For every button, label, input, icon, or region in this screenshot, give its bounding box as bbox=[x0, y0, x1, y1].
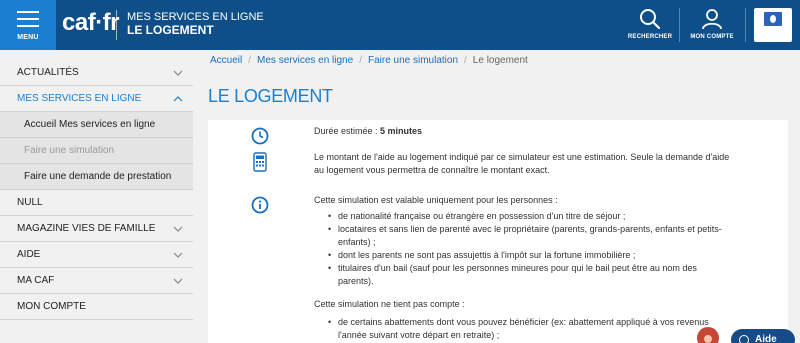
estimate-line: au logement vous permettra de connaître … bbox=[314, 165, 550, 175]
hamburger-icon bbox=[17, 11, 39, 27]
republique-francaise-logo bbox=[754, 8, 792, 42]
list-item: dont les parents ne sont pas assujettis … bbox=[328, 249, 768, 262]
valid-intro: Cette simulation est valable uniquement … bbox=[314, 195, 558, 205]
sidebar-item-mon-compte[interactable]: MON COMPTE bbox=[0, 294, 193, 320]
help-label: Aide bbox=[755, 334, 777, 343]
sidebar-item-label: MAGAZINE VIES DE FAMILLE bbox=[17, 223, 156, 234]
help-icon bbox=[739, 335, 749, 343]
sidebar-item-label: MA CAF bbox=[17, 275, 55, 286]
sidebar-subitem-demande[interactable]: Faire une demande de prestation bbox=[0, 164, 193, 190]
valid-list: de nationalité française ou étrangère en… bbox=[328, 210, 768, 288]
duration-text: Durée estimée : 5 minutes bbox=[314, 125, 422, 138]
clock-icon bbox=[251, 127, 269, 145]
list-item-line: parents). bbox=[338, 276, 374, 286]
sidebar-nav: ACTUALITÉS MES SERVICES EN LIGNE Accueil… bbox=[0, 60, 193, 320]
duration-value: 5 minutes bbox=[380, 126, 423, 136]
menu-button[interactable]: MENU bbox=[0, 0, 56, 50]
search-icon bbox=[640, 9, 661, 30]
breadcrumb-separator: / bbox=[248, 55, 252, 66]
account-label: MON COMPTE bbox=[690, 34, 734, 40]
search-label: RECHERCHER bbox=[627, 34, 673, 40]
logo-divider bbox=[116, 10, 117, 40]
menu-label: MENU bbox=[17, 34, 39, 41]
calculator-icon bbox=[253, 152, 267, 172]
sidebar-item-label: AIDE bbox=[17, 249, 41, 260]
breadcrumb-separator: / bbox=[464, 55, 467, 66]
breadcrumb: Accueil / Mes services en ligne / Faire une … bbox=[210, 55, 528, 66]
estimate-line: Le montant de l'aide au logement indiqué… bbox=[314, 152, 730, 162]
site-title-line2: LE LOGEMENT bbox=[127, 23, 214, 37]
notcount-intro: Cette simulation ne tient pas compte : bbox=[314, 299, 465, 309]
page-title: LE LOGEMENT bbox=[208, 86, 333, 106]
list-item-line: locataires et sans lien de parenté avec … bbox=[338, 224, 722, 234]
breadcrumb-link-simulation[interactable]: Faire une simulation bbox=[368, 55, 458, 66]
sidebar-item-mes-services[interactable]: MES SERVICES EN LIGNE bbox=[0, 86, 193, 112]
sidebar-item-magazine[interactable]: MAGAZINE VIES DE FAMILLE bbox=[0, 216, 193, 242]
duration-label: Durée estimée : bbox=[314, 126, 378, 136]
sidebar-item-label: ACTUALITÉS bbox=[17, 67, 79, 78]
list-item-line: titulaires d'un bail (sauf pour les pers… bbox=[338, 263, 697, 273]
list-item: de nationalité française ou étrangère en… bbox=[328, 210, 768, 223]
user-icon bbox=[702, 9, 722, 30]
sidebar-item-null[interactable]: NULL bbox=[0, 190, 193, 216]
marianne-icon bbox=[764, 12, 782, 26]
list-item-line: enfants) ; bbox=[338, 237, 376, 247]
content-card: Durée estimée : 5 minutes Le montant de … bbox=[208, 120, 788, 343]
chevron-down-icon bbox=[173, 252, 183, 258]
header-divider bbox=[679, 8, 680, 42]
help-widget[interactable]: Aide bbox=[695, 325, 800, 343]
account-button[interactable]: MON COMPTE bbox=[682, 8, 742, 40]
caf-logo[interactable]: caf·fr bbox=[62, 9, 120, 37]
header-divider bbox=[745, 8, 746, 42]
list-item-line: de certains abattements dont vous pouvez… bbox=[338, 317, 709, 327]
list-item: titulaires d'un bail (sauf pour les pers… bbox=[328, 262, 768, 288]
chevron-down-icon bbox=[173, 226, 183, 232]
top-header: MENU caf·fr MES SERVICES EN LIGNE LE LOG… bbox=[0, 0, 800, 50]
breadcrumb-link-accueil[interactable]: Accueil bbox=[210, 55, 242, 66]
sidebar-subitem-accueil[interactable]: Accueil Mes services en ligne bbox=[0, 112, 193, 138]
breadcrumb-current: Le logement bbox=[472, 55, 528, 66]
chevron-up-icon bbox=[173, 96, 183, 102]
list-item: locataires et sans lien de parenté avec … bbox=[328, 223, 768, 249]
breadcrumb-link-services[interactable]: Mes services en ligne bbox=[257, 55, 353, 66]
sidebar-item-label: MES SERVICES EN LIGNE bbox=[17, 93, 142, 104]
chevron-down-icon bbox=[173, 70, 183, 76]
sidebar-item-actualites[interactable]: ACTUALITÉS bbox=[0, 60, 193, 86]
sidebar-item-label: MON COMPTE bbox=[17, 301, 86, 312]
sidebar-item-label: NULL bbox=[17, 197, 43, 208]
breadcrumb-separator: / bbox=[359, 55, 362, 66]
search-button[interactable]: RECHERCHER bbox=[620, 8, 680, 40]
sidebar-item-ma-caf[interactable]: MA CAF bbox=[0, 268, 193, 294]
chevron-down-icon bbox=[173, 278, 183, 284]
site-title: MES SERVICES EN LIGNE LE LOGEMENT bbox=[127, 11, 264, 37]
help-button[interactable]: Aide bbox=[731, 329, 795, 343]
sidebar-subitem-simulation: Faire une simulation bbox=[0, 138, 193, 164]
sidebar-item-aide[interactable]: AIDE bbox=[0, 242, 193, 268]
estimate-text: Le montant de l'aide au logement indiqué… bbox=[314, 151, 784, 177]
assistant-avatar[interactable] bbox=[695, 325, 721, 343]
list-item-line: l'année suivant votre départ en retraite… bbox=[338, 330, 500, 340]
info-icon bbox=[251, 196, 269, 214]
